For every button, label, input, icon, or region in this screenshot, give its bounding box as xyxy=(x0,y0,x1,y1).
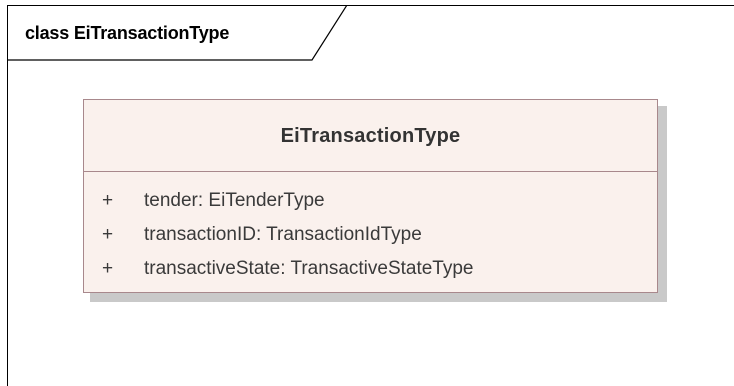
attribute-row[interactable]: + transactiveState: TransactiveStateType xyxy=(84,252,657,286)
attribute-text: transactiveState: TransactiveStateType xyxy=(144,258,474,279)
attribute-row[interactable]: + tender: EiTenderType xyxy=(84,184,657,218)
frame-title: class EiTransactionType xyxy=(25,23,230,43)
attribute-visibility: + xyxy=(102,224,114,245)
frame-title-tab: class EiTransactionType xyxy=(7,5,347,61)
attribute-list: + tender: EiTenderType + transactionID: … xyxy=(84,184,657,286)
attribute-visibility: + xyxy=(102,190,114,211)
attribute-text: transactionID: TransactionIdType xyxy=(144,224,422,245)
attribute-visibility: + xyxy=(102,258,114,279)
class-box[interactable]: EiTransactionType + tender: EiTenderType… xyxy=(83,99,658,293)
class-name: EiTransactionType xyxy=(280,125,461,147)
attribute-text: tender: EiTenderType xyxy=(144,190,325,211)
class-divider xyxy=(84,171,657,172)
attribute-row[interactable]: + transactionID: TransactionIdType xyxy=(84,218,657,252)
